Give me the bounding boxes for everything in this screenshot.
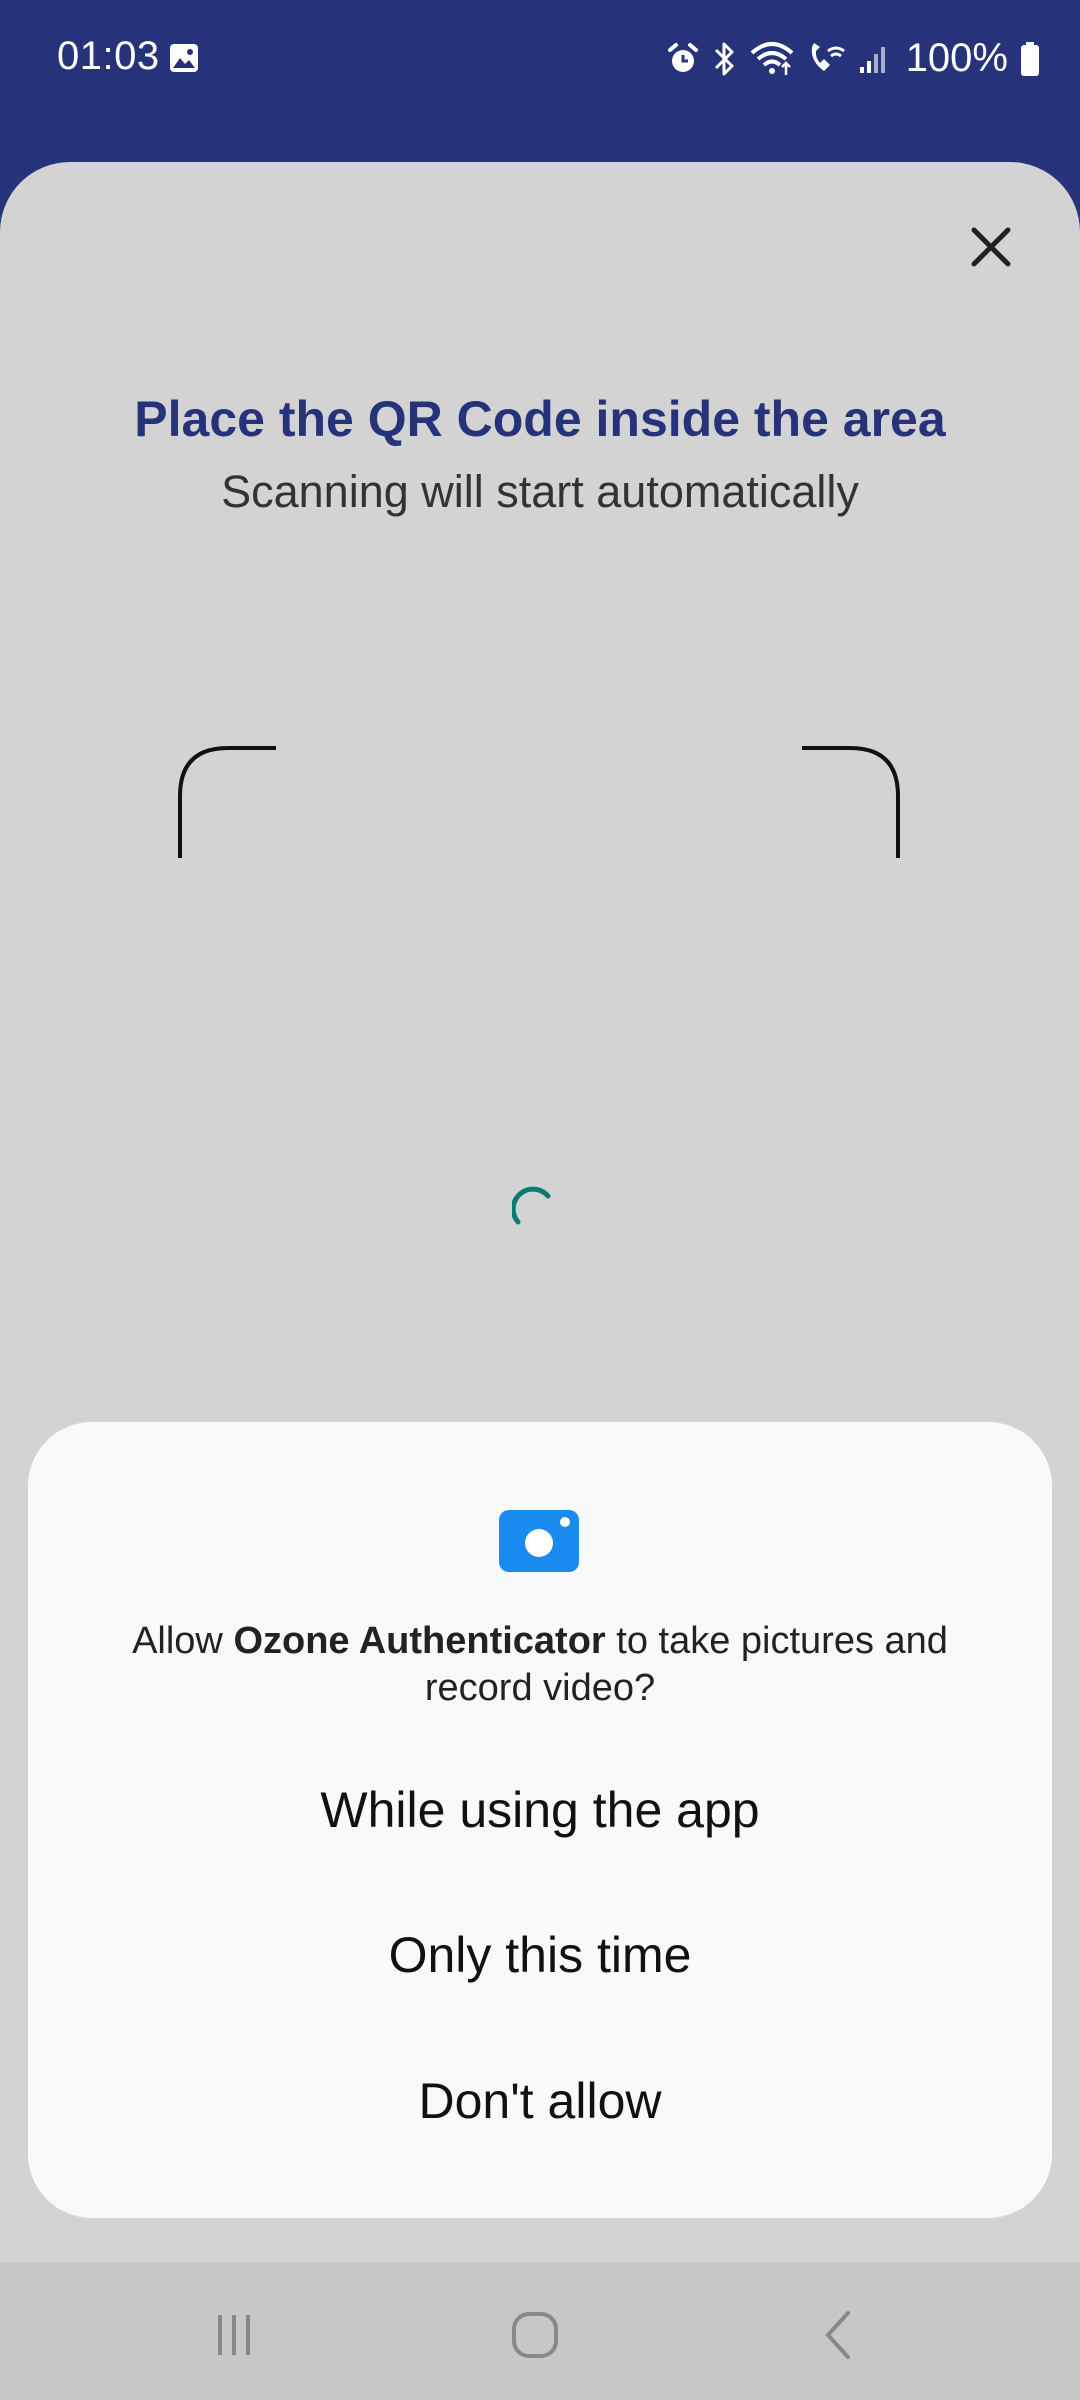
permission-dialog: Allow Ozone Authenticator to take pictur… (28, 1422, 1052, 2218)
battery-icon (1021, 41, 1039, 76)
status-time: 01:03 (57, 34, 160, 78)
home-icon (512, 2312, 558, 2358)
loading-spinner (512, 1186, 551, 1225)
scan-frame-top-right-corner (802, 746, 900, 858)
while-using-app-button[interactable]: While using the app (28, 1755, 1052, 1865)
status-icons: 100% (666, 36, 1040, 81)
signal-icon (859, 46, 885, 73)
permission-message-prefix: Allow (132, 1620, 234, 1662)
scan-frame-top-left-corner (178, 746, 276, 858)
battery-percentage: 100% (905, 36, 1008, 80)
alarm-icon (667, 42, 698, 72)
permission-app-name: Ozone Authenticator (233, 1620, 606, 1662)
navigation-bar (0, 2262, 1080, 2400)
recent-apps-button[interactable] (204, 2310, 264, 2360)
only-this-time-button[interactable]: Only this time (28, 1900, 1052, 2010)
wifi-calling-icon (811, 42, 845, 71)
camera-icon (499, 1510, 579, 1572)
gallery-icon (170, 44, 198, 72)
close-icon[interactable] (966, 222, 1016, 272)
wifi-icon (750, 41, 794, 75)
bluetooth-icon (714, 42, 734, 75)
back-button[interactable] (808, 2310, 868, 2360)
home-button[interactable] (505, 2310, 565, 2360)
dont-allow-button[interactable]: Don't allow (28, 2046, 1052, 2156)
scanner-subtitle: Scanning will start automatically (221, 466, 859, 517)
permission-message: Allow Ozone Authenticator to take pictur… (108, 1618, 972, 1712)
recent-apps-icon (218, 2315, 250, 2355)
scanner-title: Place the QR Code inside the area (134, 391, 946, 447)
back-icon (825, 2311, 850, 2359)
status-bar: 01:03 100% (0, 0, 1080, 120)
